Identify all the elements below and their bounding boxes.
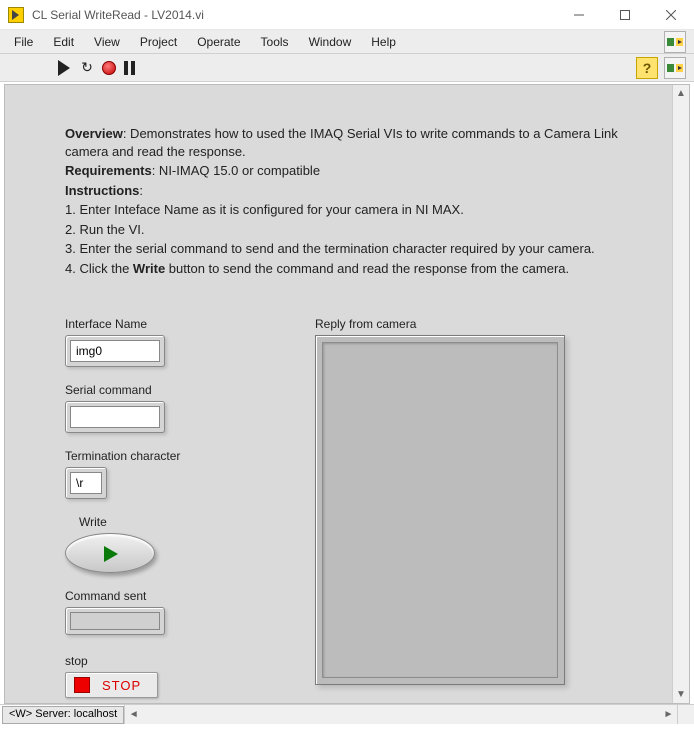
interface-input[interactable] <box>70 340 160 362</box>
instr-4c: button to send the command and read the … <box>165 261 569 276</box>
instr-4b: Write <box>133 261 165 276</box>
instr-3: 3. Enter the serial command to send and … <box>65 240 629 258</box>
interface-label: Interface Name <box>65 317 265 331</box>
term-label: Termination character <box>65 449 265 463</box>
status-text: <W> Server: localhost <box>2 706 124 724</box>
pause-icon[interactable] <box>122 61 136 75</box>
instructions-label: Instructions <box>65 183 139 198</box>
stop-button[interactable]: STOP <box>65 672 158 698</box>
cmdsent-output <box>70 612 160 630</box>
scroll-down-icon[interactable]: ▼ <box>673 686 689 703</box>
menu-edit[interactable]: Edit <box>43 32 84 52</box>
stop-label: stop <box>65 654 265 668</box>
reply-output <box>315 335 565 685</box>
labview-icon[interactable] <box>664 31 686 53</box>
status-bar: <W> Server: localhost ◄ ► <box>0 704 694 724</box>
term-input[interactable] <box>70 472 102 494</box>
menu-project[interactable]: Project <box>130 32 187 52</box>
requirements-label: Requirements <box>65 163 152 178</box>
scroll-left-icon[interactable]: ◄ <box>125 709 142 720</box>
instr-1: 1. Enter Inteface Name as it is configur… <box>65 201 629 219</box>
horizontal-scrollbar[interactable]: ◄ ► <box>124 705 677 724</box>
stop-button-label: STOP <box>102 678 141 693</box>
reply-label: Reply from camera <box>315 317 565 331</box>
reply-inner <box>322 342 558 678</box>
menu-help[interactable]: Help <box>361 32 406 52</box>
menu-tools[interactable]: Tools <box>251 32 299 52</box>
run-continuous-icon[interactable]: ↻ <box>78 60 96 76</box>
write-button[interactable] <box>65 533 155 573</box>
vi-icon[interactable] <box>664 57 686 79</box>
serial-label: Serial command <box>65 383 265 397</box>
menu-operate[interactable]: Operate <box>187 32 250 52</box>
window-title: CL Serial WriteRead - LV2014.vi <box>32 8 204 22</box>
serial-input[interactable] <box>70 406 160 428</box>
instr-2: 2. Run the VI. <box>65 221 629 239</box>
toolbar: ↻ ? <box>0 54 694 82</box>
app-icon <box>8 7 24 23</box>
run-icon[interactable] <box>56 60 72 76</box>
scroll-right-icon[interactable]: ► <box>660 709 677 720</box>
minimize-button[interactable] <box>556 0 602 30</box>
instr-4a: 4. Click the <box>65 261 133 276</box>
titlebar: CL Serial WriteRead - LV2014.vi <box>0 0 694 30</box>
abort-icon[interactable] <box>102 61 116 75</box>
overview-text: : Demonstrates how to used the IMAQ Seri… <box>65 126 618 159</box>
menu-file[interactable]: File <box>4 32 43 52</box>
scroll-corner <box>677 705 694 724</box>
write-label: Write <box>79 515 265 529</box>
cmdsent-label: Command sent <box>65 589 265 603</box>
menubar: File Edit View Project Operate Tools Win… <box>0 30 694 54</box>
intro-text: Overview: Demonstrates how to used the I… <box>65 125 629 277</box>
menu-view[interactable]: View <box>84 32 130 52</box>
overview-label: Overview <box>65 126 123 141</box>
help-icon[interactable]: ? <box>636 57 658 79</box>
maximize-button[interactable] <box>602 0 648 30</box>
scroll-up-icon[interactable]: ▲ <box>673 85 689 102</box>
main-panel: Overview: Demonstrates how to used the I… <box>4 84 690 704</box>
vertical-scrollbar[interactable]: ▲ ▼ <box>672 85 689 703</box>
close-button[interactable] <box>648 0 694 30</box>
requirements-text: : NI-IMAQ 15.0 or compatible <box>152 163 320 178</box>
menu-window[interactable]: Window <box>299 32 362 52</box>
stop-icon <box>74 677 90 693</box>
